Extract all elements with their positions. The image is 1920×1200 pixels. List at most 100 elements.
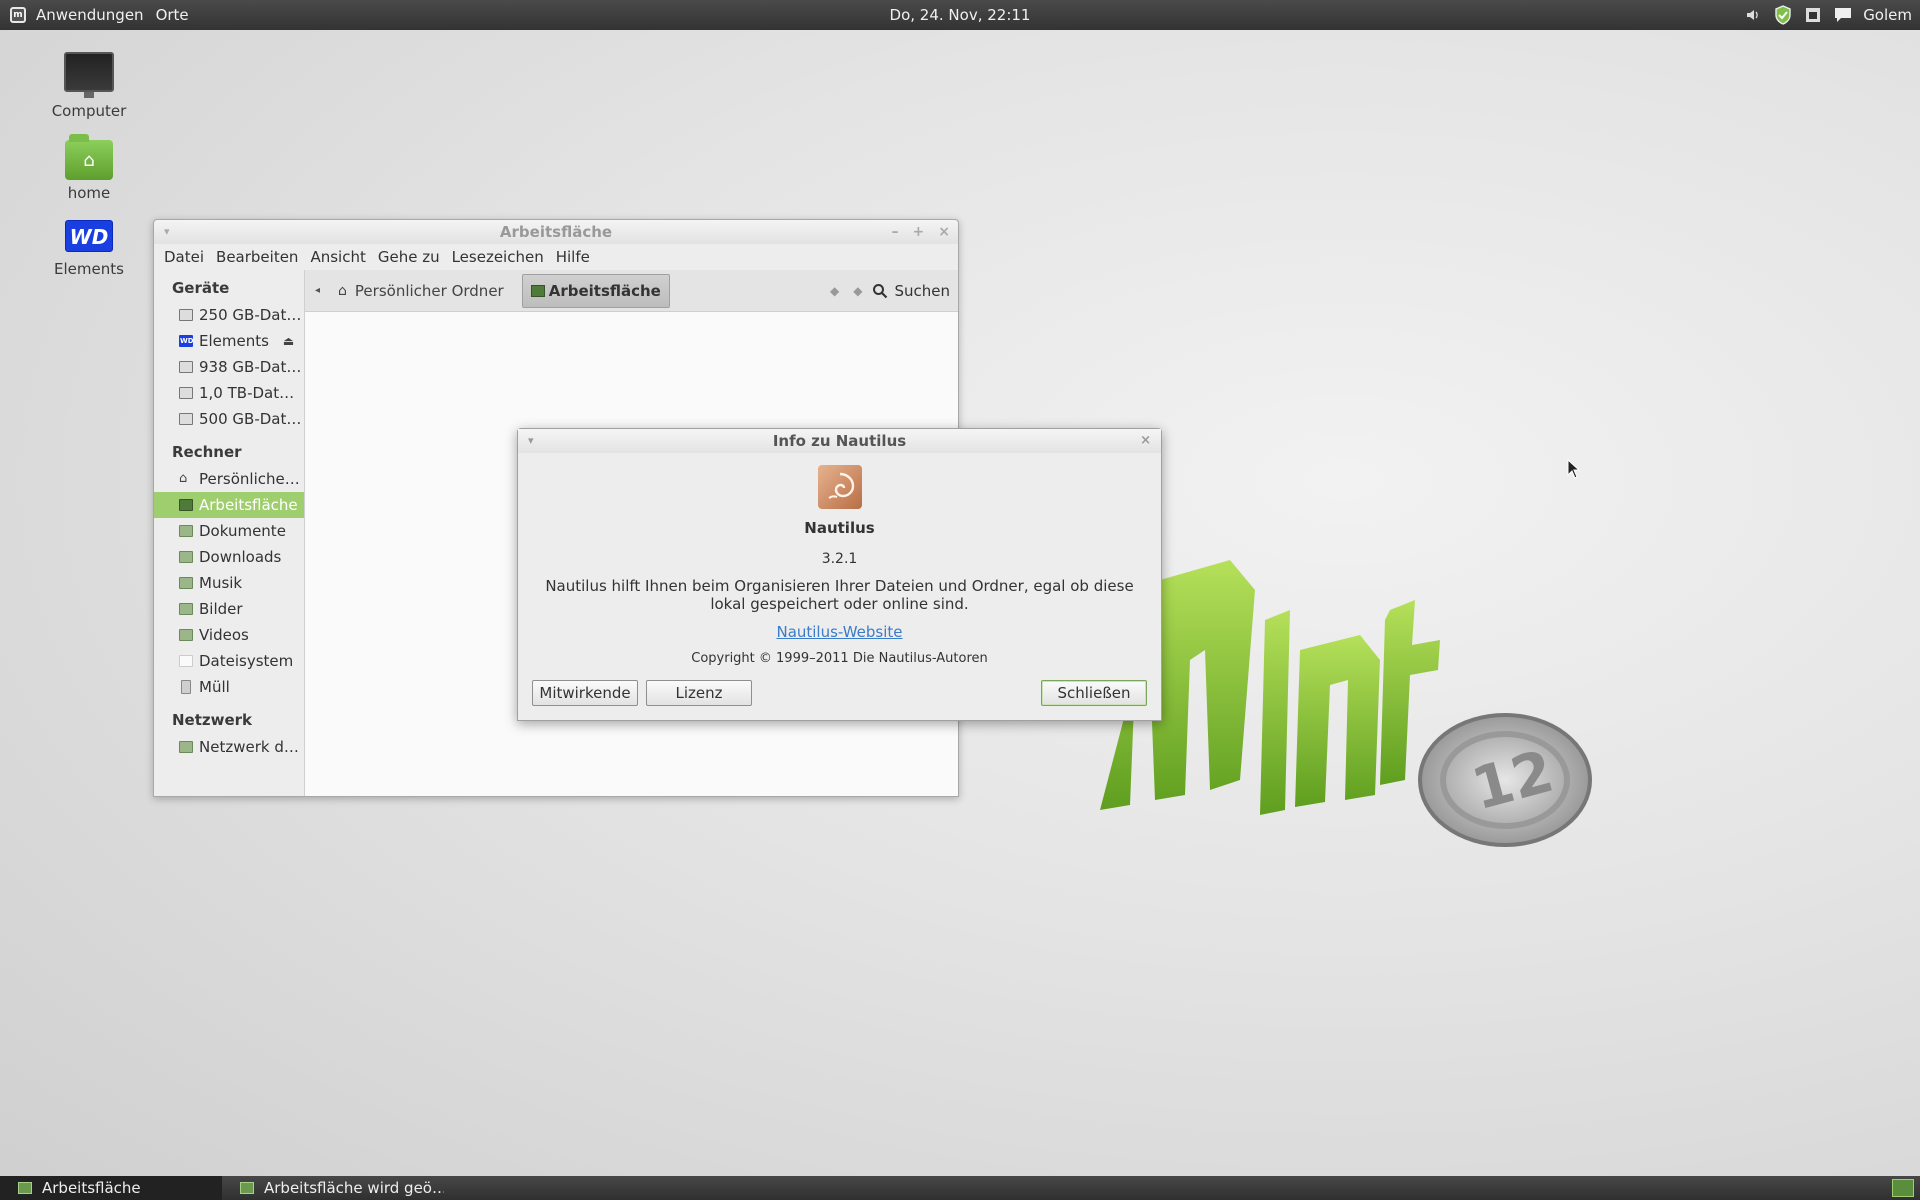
close-icon[interactable]: × — [938, 220, 950, 244]
menu-view[interactable]: Ansicht — [304, 248, 371, 266]
menu-places[interactable]: Orte — [150, 0, 195, 30]
sidebar-item-label: Persönliche… — [199, 470, 300, 488]
sidebar-item-pictures[interactable]: Bilder — [154, 596, 304, 622]
harddisk-icon — [179, 309, 193, 321]
search-label: Suchen — [894, 282, 950, 300]
window-titlebar[interactable]: ▾ Arbeitsfläche – + × — [154, 220, 958, 244]
sidebar-header-devices: Geräte — [172, 279, 230, 297]
sidebar-item-label: Dokumente — [199, 522, 286, 540]
harddisk-icon — [179, 413, 193, 425]
desktop-icon-label: Computer — [51, 102, 127, 120]
pathbar-scroll-left-icon[interactable]: ◂ — [315, 285, 320, 296]
menu-bookmarks[interactable]: Lesezeichen — [446, 248, 550, 266]
desktop-icon-elements[interactable]: WD Elements — [29, 220, 149, 278]
wd-drive-icon: WD — [179, 335, 194, 347]
menu-applications[interactable]: Anwendungen — [30, 0, 150, 30]
sidebar-item-drive-1tb[interactable]: 1,0 TB-Dat… — [154, 380, 304, 406]
sidebar-item-desktop[interactable]: Arbeitsfläche — [154, 492, 304, 518]
filesystem-icon — [179, 655, 193, 667]
network-icon — [179, 741, 193, 753]
sidebar-item-label: Dateisystem — [199, 652, 294, 670]
sidebar-item-label: Downloads — [199, 548, 282, 566]
shield-icon[interactable] — [1773, 5, 1793, 25]
nautilus-shell-icon — [817, 465, 862, 509]
user-menu[interactable]: Golem — [1863, 6, 1912, 24]
menu-edit[interactable]: Bearbeiten — [210, 248, 304, 266]
music-folder-icon — [179, 577, 193, 589]
breadcrumb-home[interactable]: ⌂ Persönlicher Ordner — [330, 274, 512, 308]
taskbar-item-label: Arbeitsfläche — [42, 1179, 141, 1197]
dialog-close-icon[interactable]: × — [1140, 429, 1151, 453]
mint-menu-icon[interactable]: m — [10, 7, 26, 23]
taskbar-item-label: Arbeitsfläche wird geö… — [264, 1179, 444, 1197]
sidebar-item-drive-938gb[interactable]: 938 GB-Dat… — [154, 354, 304, 380]
sidebar-item-elements[interactable]: WD Elements ⏏ — [154, 328, 304, 354]
sidebar-item-downloads[interactable]: Downloads — [154, 544, 304, 570]
harddisk-icon — [179, 387, 193, 399]
menubar: Datei Bearbeiten Ansicht Gehe zu Lesezei… — [154, 244, 958, 270]
show-desktop-icon[interactable] — [1892, 1179, 1914, 1197]
sidebar-item-label: Netzwerk d… — [199, 738, 299, 756]
sidebar-item-label: Arbeitsfläche — [199, 496, 298, 514]
taskbar-item-desktop[interactable]: Arbeitsfläche — [0, 1176, 222, 1200]
desktop-icon-home[interactable]: ⌂ home — [29, 134, 149, 202]
window-menu-icon[interactable]: ▾ — [164, 220, 170, 244]
sidebar-header-computer: Rechner — [172, 443, 242, 461]
sidebar-item-label: 250 GB-Dat… — [199, 306, 302, 324]
sidebar-item-music[interactable]: Musik — [154, 570, 304, 596]
desktop-icon-label: Elements — [54, 260, 124, 278]
volume-icon[interactable] — [1743, 5, 1763, 25]
eject-icon[interactable]: ⏏ — [283, 334, 294, 348]
sidebar-item-label: Bilder — [199, 600, 243, 618]
sidebar-item-label: 1,0 TB-Dat… — [199, 384, 295, 402]
sidebar-item-videos[interactable]: Videos — [154, 622, 304, 648]
close-button[interactable]: Schließen — [1041, 680, 1147, 706]
menu-go[interactable]: Gehe zu — [372, 248, 446, 266]
search-button[interactable]: Suchen — [872, 282, 950, 300]
sidebar-item-trash[interactable]: Müll — [154, 674, 304, 700]
documents-folder-icon — [179, 525, 193, 537]
back-arrow-icon[interactable]: ◆ — [826, 284, 843, 298]
forward-arrow-icon[interactable]: ◆ — [849, 284, 866, 298]
app-description: Nautilus hilft Ihnen beim Organisieren I… — [545, 577, 1134, 613]
dialog-titlebar[interactable]: ▾ Info zu Nautilus × — [518, 429, 1161, 453]
menu-file[interactable]: Datei — [158, 248, 210, 266]
breadcrumb-label: Arbeitsfläche — [548, 281, 661, 300]
search-icon — [873, 284, 888, 299]
website-link[interactable]: Nautilus-Website — [776, 623, 902, 641]
taskbar-item-opening[interactable]: Arbeitsfläche wird geö… — [222, 1176, 444, 1200]
sidebar-item-label: Müll — [199, 678, 230, 696]
videos-folder-icon — [179, 629, 193, 641]
maximize-icon[interactable]: + — [913, 220, 925, 244]
sidebar-item-label: Videos — [199, 626, 249, 644]
license-button[interactable]: Lizenz — [646, 680, 752, 706]
sidebar-item-home[interactable]: ⌂ Persönliche… — [154, 466, 304, 492]
menu-help[interactable]: Hilfe — [550, 248, 596, 266]
trash-icon — [181, 680, 191, 694]
breadcrumb-desktop[interactable]: Arbeitsfläche — [521, 273, 670, 308]
sidebar: Geräte 250 GB-Dat… WD Elements ⏏ 938 GB-Da… — [154, 270, 305, 796]
chat-icon[interactable] — [1833, 5, 1853, 25]
app-name: Nautilus — [804, 519, 875, 537]
desktop-icon — [240, 1182, 254, 1194]
clock[interactable]: Do, 24. Nov, 22:11 — [890, 6, 1031, 24]
network-icon[interactable] — [1803, 5, 1823, 25]
system-tray: Golem — [1743, 0, 1912, 30]
bottom-panel: Arbeitsfläche Arbeitsfläche wird geö… — [0, 1176, 1920, 1200]
desktop-icon-computer[interactable]: Computer — [29, 52, 149, 120]
sidebar-item-filesystem[interactable]: Dateisystem — [154, 648, 304, 674]
window-title: Arbeitsfläche — [499, 223, 613, 241]
mouse-cursor-icon — [1567, 459, 1581, 479]
minimize-icon[interactable]: – — [892, 220, 899, 244]
desktop-icon — [530, 284, 545, 297]
desktop-icon-label: home — [67, 184, 111, 202]
sidebar-item-drive-500gb[interactable]: 500 GB-Dat… — [154, 406, 304, 432]
copyright-text: Copyright © 1999–2011 Die Nautilus-Autor… — [691, 651, 988, 666]
credits-button[interactable]: Mitwirkende — [532, 680, 638, 706]
dialog-menu-icon[interactable]: ▾ — [528, 429, 534, 453]
sidebar-item-drive-250gb[interactable]: 250 GB-Dat… — [154, 302, 304, 328]
sidebar-item-documents[interactable]: Dokumente — [154, 518, 304, 544]
sidebar-item-label: 500 GB-Dat… — [199, 410, 302, 428]
top-panel: m Anwendungen Orte Do, 24. Nov, 22:11 Go… — [0, 0, 1920, 30]
sidebar-item-network[interactable]: Netzwerk d… — [154, 734, 304, 760]
